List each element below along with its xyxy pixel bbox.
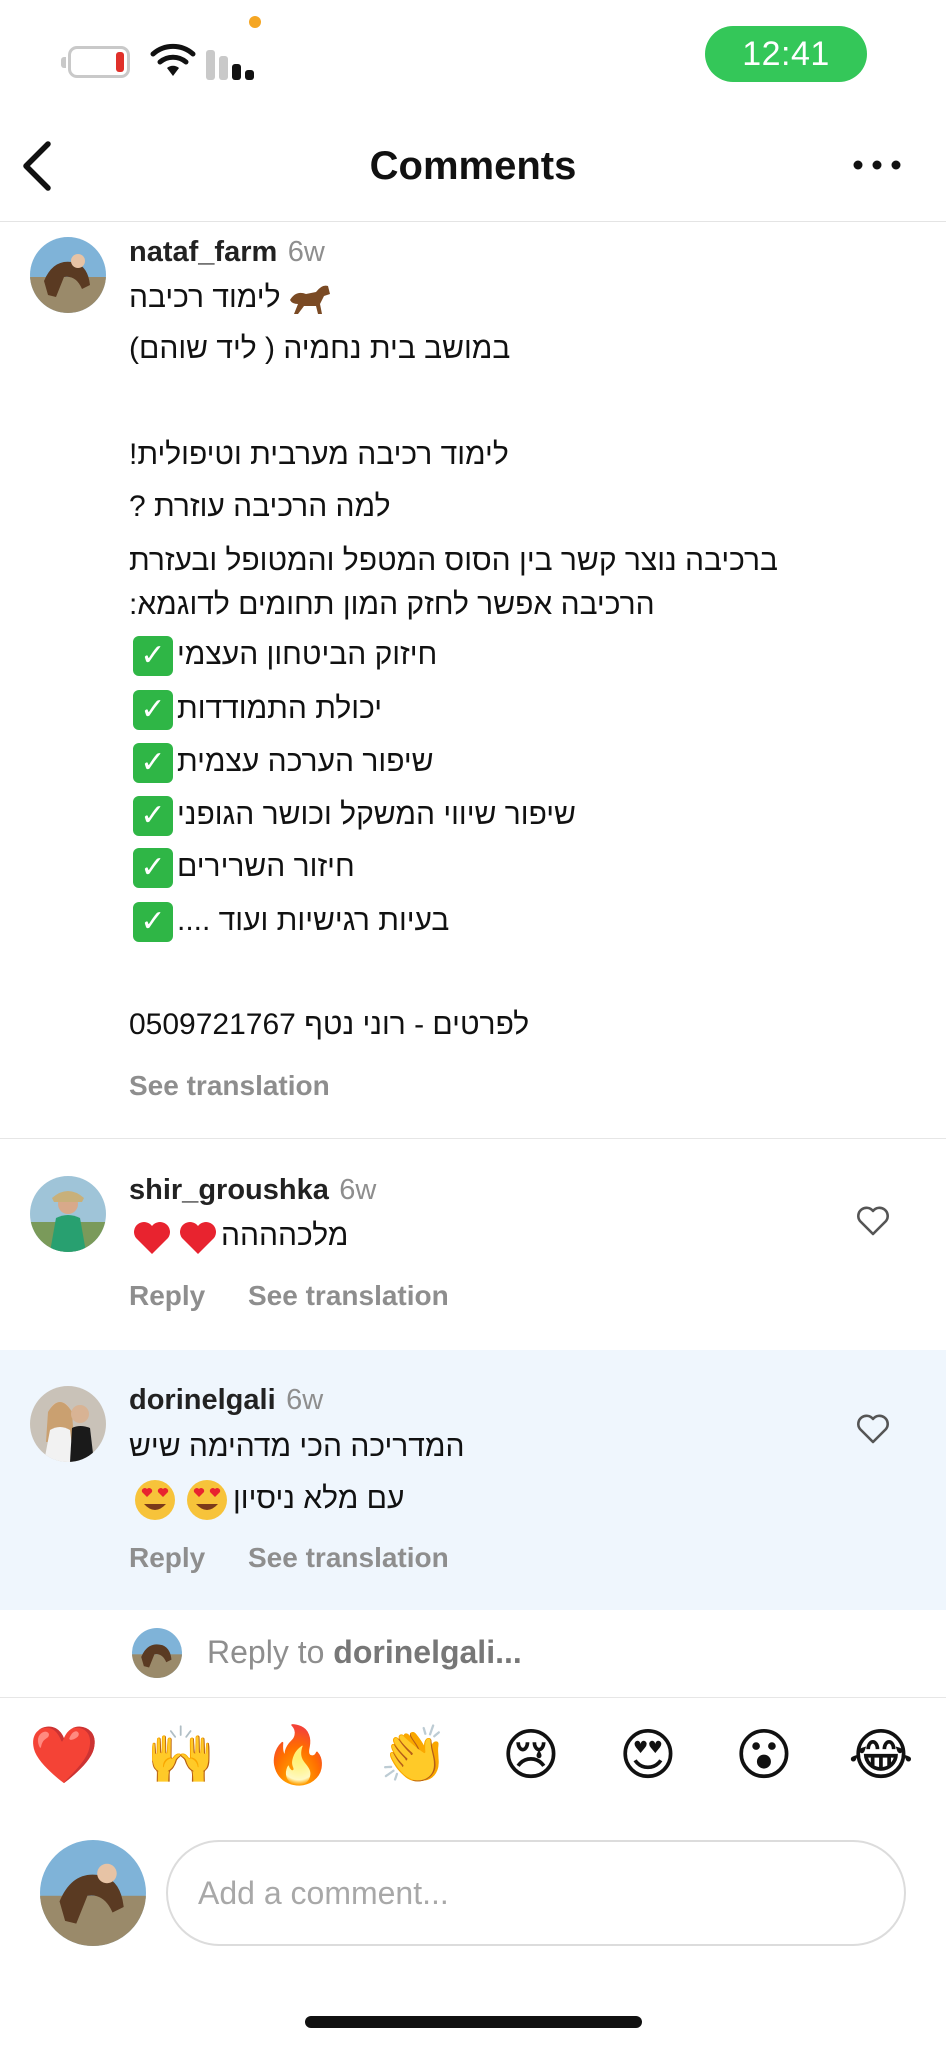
privacy-indicator-dot: [249, 16, 261, 28]
timestamp: 6w: [339, 1174, 377, 1206]
check-mark-icon: ✓: [133, 743, 173, 783]
avatar: [132, 1628, 182, 1678]
comment-input[interactable]: [166, 1840, 906, 1946]
red-heart-emoji-icon: [180, 1222, 216, 1254]
comment-text: עם מלא ניסיון: [129, 1478, 404, 1522]
heart-outline-icon[interactable]: [855, 1204, 891, 1238]
reply-button[interactable]: Reply: [129, 1542, 205, 1574]
check-mark-icon: ✓: [133, 902, 173, 942]
current-user-avatar: [40, 1840, 146, 1946]
comment-text: מלכהההה: [129, 1216, 348, 1258]
wifi-icon: [150, 43, 196, 76]
caption-line: לימוד רכיבה מערבית וטיפולית!: [129, 438, 509, 471]
reply-button[interactable]: Reply: [129, 1280, 205, 1312]
comment-text: המדריכה הכי מדהימה שיש: [129, 1430, 465, 1463]
caption-line: הרכיבה אפשר לחזק המון תחומים לדוגמא:: [129, 588, 655, 621]
caption-line: יכולת התמודדות✓: [129, 690, 382, 730]
comment-header: dorinelgali 6w: [129, 1384, 323, 1417]
more-horizontal-icon[interactable]: [850, 150, 904, 180]
avatar[interactable]: [30, 1386, 106, 1462]
see-translation-button[interactable]: See translation: [248, 1542, 449, 1574]
emoji-fire-button[interactable]: 🔥: [262, 1720, 334, 1792]
caption-line: ברכיבה נוצר קשר בין הסוס המטפל והמטופל ו…: [129, 544, 778, 577]
emoji-laughing-button[interactable]: 😂: [845, 1720, 917, 1792]
emoji-raised-hands-button[interactable]: 🙌: [145, 1720, 217, 1792]
caption-line: במושב בית נחמיה ( ליד שוהם): [129, 332, 511, 365]
emoji-heart-eyes-button[interactable]: 😍: [612, 1720, 684, 1792]
emoji-heart-button[interactable]: ❤️: [28, 1720, 100, 1792]
status-time: 12:41: [705, 26, 867, 82]
caption-line: שיפור שיווי המשקל וכושר הגופני✓: [129, 796, 576, 836]
caption-line: שיפור הערכה עצמית✓: [129, 743, 434, 783]
comment-header: shir_groushka 6w: [129, 1174, 376, 1207]
username[interactable]: dorinelgali: [129, 1384, 276, 1416]
red-heart-emoji-icon: [134, 1222, 170, 1254]
battery-icon: [61, 46, 130, 78]
see-translation-button[interactable]: See translation: [248, 1280, 449, 1312]
check-mark-icon: ✓: [133, 796, 173, 836]
caption-line: למה הרכיבה עוזרת ?: [129, 490, 391, 523]
page-title: Comments: [369, 144, 577, 188]
check-mark-icon: ✓: [133, 690, 173, 730]
heart-eyes-emoji-icon: [187, 1480, 227, 1520]
avatar[interactable]: [30, 1176, 106, 1252]
status-bar: 12:41: [0, 0, 946, 110]
home-indicator[interactable]: [305, 2016, 642, 2028]
emoji-clap-button[interactable]: 👏: [378, 1720, 450, 1792]
cellular-signal-icon: [206, 48, 260, 80]
emoji-surprised-button[interactable]: 😮: [728, 1720, 800, 1792]
reply-to-label: Reply to dorinelgali...: [207, 1634, 522, 1670]
check-mark-icon: ✓: [133, 848, 173, 888]
caption-header: nataf_farm 6w: [129, 236, 325, 269]
see-translation-button[interactable]: See translation: [129, 1070, 330, 1102]
caption-line: לימוד רכיבה: [129, 280, 338, 318]
emoji-reaction-bar: ❤️ 🙌 🔥 👏 😢 😍 😮 😂: [0, 1720, 946, 1820]
emoji-crying-button[interactable]: 😢: [495, 1720, 567, 1792]
heart-outline-icon[interactable]: [855, 1412, 891, 1446]
caption-line: לפרטים - רוני נטף 0509721767: [129, 1008, 530, 1041]
reply-to-banner: Reply to dorinelgali...: [0, 1612, 946, 1698]
divider: [0, 1138, 946, 1139]
caption-line: חיזוק הביטחון העצמי✓: [129, 636, 437, 676]
username[interactable]: nataf_farm: [129, 236, 277, 268]
caption-line: חיזור השרירים✓: [129, 848, 355, 888]
username[interactable]: shir_groushka: [129, 1174, 329, 1206]
caption-line: בעיות רגישיות ועוד ....✓: [129, 902, 449, 942]
horse-emoji-icon: [290, 285, 331, 314]
check-mark-icon: ✓: [133, 636, 173, 676]
timestamp: 6w: [287, 236, 325, 268]
heart-eyes-emoji-icon: [135, 1480, 175, 1520]
reply-to-username: dorinelgali...: [333, 1634, 522, 1670]
timestamp: 6w: [286, 1384, 324, 1416]
avatar[interactable]: [30, 237, 106, 313]
header: Comments: [0, 110, 946, 222]
